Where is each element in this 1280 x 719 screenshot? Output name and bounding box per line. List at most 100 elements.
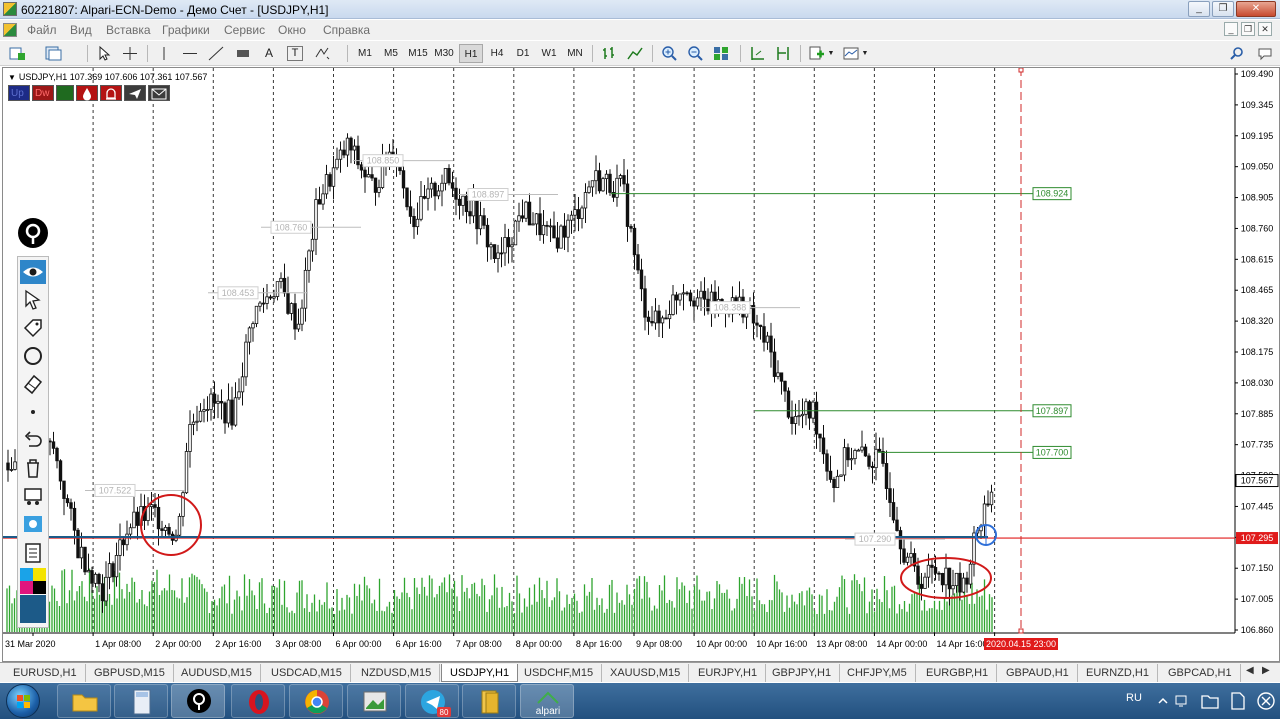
minimize-button[interactable]: _ (1188, 1, 1210, 17)
indicators-dropdown-icon[interactable]: ▼ (827, 44, 835, 63)
timeframe-m15[interactable]: M15 (405, 44, 431, 63)
chrome-icon[interactable] (289, 684, 343, 718)
tab-eurusd[interactable]: EURUSD,H1 (5, 664, 86, 682)
rectangle-icon[interactable] (234, 45, 252, 62)
tray-arrow-icon[interactable] (1156, 694, 1170, 708)
menu-tools[interactable]: Сервис (224, 23, 265, 37)
menu-charts[interactable]: Графики (162, 23, 210, 37)
new-chart-icon[interactable] (8, 45, 26, 62)
start-button[interactable] (6, 684, 40, 718)
crosshair-icon[interactable] (121, 45, 139, 62)
search-icon[interactable] (1228, 45, 1246, 62)
network-icon[interactable] (1174, 694, 1188, 708)
templates-icon[interactable] (842, 45, 860, 62)
tab-nzdusd[interactable]: NZDUSD,M15 (353, 664, 441, 682)
auto-scroll-icon[interactable] (748, 45, 766, 62)
color-palette[interactable] (20, 568, 46, 627)
profiles-icon[interactable] (44, 45, 62, 62)
tabs-next-button[interactable]: ▶ (1262, 665, 1270, 676)
chart-restore-button[interactable]: ❐ (1241, 22, 1255, 36)
timeframe-d1[interactable]: D1 (511, 44, 535, 63)
document-tray-icon[interactable] (1230, 691, 1246, 711)
tab-gbpjpy[interactable]: GBPJPY,H1 (764, 664, 841, 682)
menu-window[interactable]: Окно (278, 23, 306, 37)
telegram-icon[interactable]: 80 (405, 684, 459, 718)
close-circle-icon[interactable] (1256, 691, 1276, 711)
tab-eurjpy[interactable]: EURJPY,H1 (690, 664, 767, 682)
text-label-button[interactable]: T (287, 46, 303, 61)
circle-tool-icon[interactable] (20, 344, 46, 368)
opera-icon[interactable] (231, 684, 285, 718)
vertical-line-icon[interactable] (155, 45, 173, 62)
timeframe-h1[interactable]: H1 (459, 44, 483, 63)
tab-usdchf[interactable]: USDCHF,M15 (516, 664, 603, 682)
tab-usdjpy[interactable]: USDJPY,H1 (441, 664, 519, 682)
document-icon[interactable] (3, 23, 17, 37)
chart-close-button[interactable]: ✕ (1258, 22, 1272, 36)
tab-xauusd[interactable]: XAUUSD,M15 (602, 664, 690, 682)
cursor-icon[interactable] (95, 45, 113, 62)
pointer-icon[interactable] (20, 288, 46, 312)
screenshot-icon[interactable] (20, 512, 46, 536)
tab-chfjpy[interactable]: CHFJPY,M5 (839, 664, 916, 682)
photo-viewer-icon[interactable] (347, 684, 401, 718)
eraser-icon[interactable] (20, 372, 46, 396)
menu-help[interactable]: Справка (323, 23, 370, 37)
text-tool-button[interactable]: A (261, 44, 277, 63)
line-chart-icon[interactable] (626, 45, 644, 62)
chart-minimize-button[interactable]: _ (1224, 22, 1238, 36)
up-indicator-button[interactable]: Up (8, 85, 30, 101)
calculator-icon[interactable] (114, 684, 168, 718)
collapse-triangle-icon[interactable]: ▼ (8, 73, 16, 82)
restore-button[interactable]: ❐ (1212, 1, 1234, 17)
cart-icon[interactable] (20, 484, 46, 508)
trash-icon[interactable] (20, 456, 46, 480)
templates-dropdown-icon[interactable]: ▼ (861, 44, 869, 63)
arrows-icon[interactable] (313, 45, 331, 62)
menu-insert[interactable]: Вставка (106, 23, 151, 37)
send-icon[interactable] (124, 85, 146, 101)
tab-audusd[interactable]: AUDUSD,M15 (173, 664, 261, 682)
dot-icon[interactable] (20, 400, 46, 424)
undo-icon[interactable] (20, 428, 46, 452)
bar-chart-icon[interactable] (600, 45, 618, 62)
horizontal-line-icon[interactable] (181, 45, 199, 62)
alpari-app-icon[interactable]: alpari (520, 684, 574, 718)
zoom-in-icon[interactable] (660, 45, 678, 62)
trendline-icon[interactable] (207, 45, 225, 62)
zoom-out-icon[interactable] (686, 45, 704, 62)
language-indicator[interactable]: RU (1126, 692, 1142, 704)
pin-logo-icon[interactable] (18, 218, 48, 248)
drop-icon[interactable] (76, 85, 98, 101)
tab-gbpusd[interactable]: GBPUSD,M15 (86, 664, 174, 682)
close-button[interactable]: ✕ (1236, 1, 1276, 17)
tab-gbpcad[interactable]: GBPCAD,H1 (1160, 664, 1241, 682)
files-icon[interactable] (462, 684, 516, 718)
indicators-icon[interactable] (808, 45, 826, 62)
explorer-folder-icon[interactable] (57, 684, 111, 718)
tab-eurgbp[interactable]: EURGBP,H1 (918, 664, 998, 682)
alarm-icon[interactable] (100, 85, 122, 101)
timeframe-h4[interactable]: H4 (485, 44, 509, 63)
tile-windows-icon[interactable] (712, 45, 730, 62)
menu-file[interactable]: Файл (27, 23, 57, 37)
timeframe-w1[interactable]: W1 (537, 44, 561, 63)
folder-tray-icon[interactable] (1200, 691, 1220, 711)
timeframe-m1[interactable]: M1 (353, 44, 377, 63)
timeframe-m5[interactable]: M5 (379, 44, 403, 63)
chat-icon[interactable] (1256, 45, 1274, 62)
clipboard-icon[interactable] (20, 540, 46, 564)
dw-indicator-button[interactable]: Dw (32, 85, 54, 101)
tab-gbpaud[interactable]: GBPAUD,H1 (998, 664, 1078, 682)
tag-icon[interactable] (20, 316, 46, 340)
green-indicator-button[interactable] (56, 85, 74, 101)
tabs-prev-button[interactable]: ◀ (1246, 665, 1254, 676)
chart-window[interactable]: 109.490 109.345 109.195 109.050 108.905 108.7… (2, 67, 1280, 662)
chart-shift-icon[interactable] (774, 45, 792, 62)
eye-icon[interactable] (20, 260, 46, 284)
pin-app-icon[interactable] (171, 684, 225, 718)
mail-icon[interactable] (148, 85, 170, 101)
timeframe-mn[interactable]: MN (563, 44, 587, 63)
tab-eurnzd[interactable]: EURNZD,H1 (1078, 664, 1158, 682)
price-chart[interactable]: 109.490 109.345 109.195 109.050 108.905 108.7… (3, 68, 1279, 661)
